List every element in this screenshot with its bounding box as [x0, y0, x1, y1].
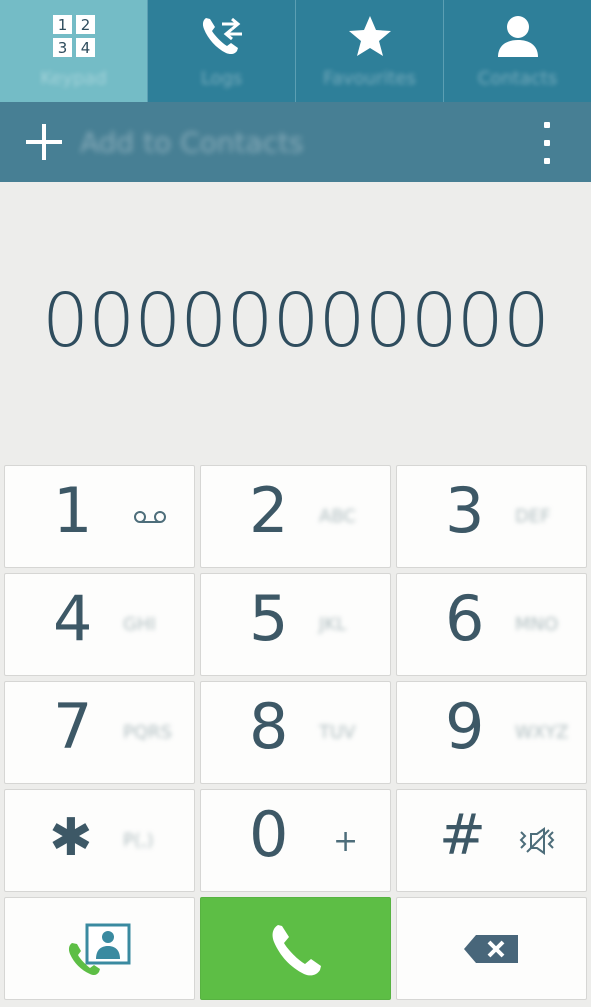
key-digit: 9: [445, 690, 485, 763]
backspace-icon: [463, 934, 518, 963]
dial-keypad: 1 2 ABC 3 DEF 4 GHI 5 JKL 6 MNO 7 PQRS 8…: [4, 465, 587, 1005]
keypad-icon-digit: 4: [80, 39, 90, 57]
tab-keypad[interactable]: 1 2 3 4 Keypad: [0, 0, 148, 102]
contact-card-call-icon: [68, 923, 130, 975]
key-digit: 6: [445, 582, 485, 655]
key-plus-label: +: [333, 824, 359, 859]
number-display[interactable]: 00000000000: [0, 182, 591, 460]
key-2[interactable]: 2 ABC: [200, 465, 391, 568]
key-3[interactable]: 3 DEF: [396, 465, 587, 568]
key-0[interactable]: 0 +: [200, 789, 391, 892]
key-letters: GHI: [123, 614, 156, 635]
tab-bar: 1 2 3 4 Keypad Logs Favourites Contacts: [0, 0, 591, 102]
tab-favourites[interactable]: Favourites: [296, 0, 444, 102]
key-digit: 5: [249, 582, 289, 655]
key-6[interactable]: 6 MNO: [396, 573, 587, 676]
key-9[interactable]: 9 WXYZ: [396, 681, 587, 784]
tab-label: Contacts: [477, 68, 558, 89]
key-digit: 0: [249, 798, 289, 871]
key-star[interactable]: ✱ P(,): [4, 789, 195, 892]
key-digit: #: [439, 803, 486, 868]
key-digit: 1: [53, 474, 93, 547]
action-bar: Add to Contacts: [0, 102, 591, 182]
backspace-button[interactable]: [396, 897, 587, 1000]
key-digit: 4: [53, 582, 93, 655]
plus-icon: [24, 122, 64, 162]
contact-icon: [494, 12, 542, 60]
star-icon: [346, 12, 394, 60]
contact-call-button[interactable]: [4, 897, 195, 1000]
key-digit: ✱: [49, 808, 93, 868]
call-logs-icon: [198, 12, 246, 60]
key-letters: ABC: [319, 506, 356, 527]
keypad-icon: 1 2 3 4: [50, 12, 98, 60]
call-button[interactable]: [200, 897, 391, 1000]
add-to-contacts-label: Add to Contacts: [80, 125, 304, 159]
tab-label: Favourites: [323, 68, 416, 89]
key-letters: PQRS: [123, 722, 172, 743]
key-digit: 7: [53, 690, 93, 763]
tab-logs[interactable]: Logs: [148, 0, 296, 102]
vibrate-mute-icon: [519, 827, 555, 855]
key-8[interactable]: 8 TUV: [200, 681, 391, 784]
key-digit: 2: [249, 474, 289, 547]
keypad-icon-digit: 3: [57, 39, 67, 57]
keypad-icon-digit: 1: [57, 16, 67, 34]
voicemail-icon: [134, 511, 166, 523]
key-7[interactable]: 7 PQRS: [4, 681, 195, 784]
key-1[interactable]: 1: [4, 465, 195, 568]
tab-label: Logs: [200, 68, 243, 89]
keypad-icon-digit: 2: [80, 16, 90, 34]
phone-icon: [272, 924, 321, 975]
key-4[interactable]: 4 GHI: [4, 573, 195, 676]
add-to-contacts-button[interactable]: Add to Contacts: [0, 102, 304, 182]
key-hash[interactable]: #: [396, 789, 587, 892]
more-dots-icon: [544, 158, 550, 164]
key-digit: 3: [445, 474, 485, 547]
tab-label: Keypad: [40, 68, 107, 89]
key-letters: MNO: [515, 614, 559, 635]
key-letters: DEF: [515, 506, 551, 527]
key-letters: P(,): [123, 830, 154, 851]
key-5[interactable]: 5 JKL: [200, 573, 391, 676]
more-dots-icon: [544, 140, 550, 146]
key-letters: WXYZ: [515, 722, 569, 743]
more-options-button[interactable]: [537, 122, 557, 164]
key-letters: TUV: [319, 722, 356, 743]
key-letters: JKL: [319, 614, 347, 635]
dialed-number: 00000000000: [42, 278, 550, 364]
more-dots-icon: [544, 122, 550, 128]
tab-contacts[interactable]: Contacts: [444, 0, 591, 102]
key-digit: 8: [249, 690, 289, 763]
